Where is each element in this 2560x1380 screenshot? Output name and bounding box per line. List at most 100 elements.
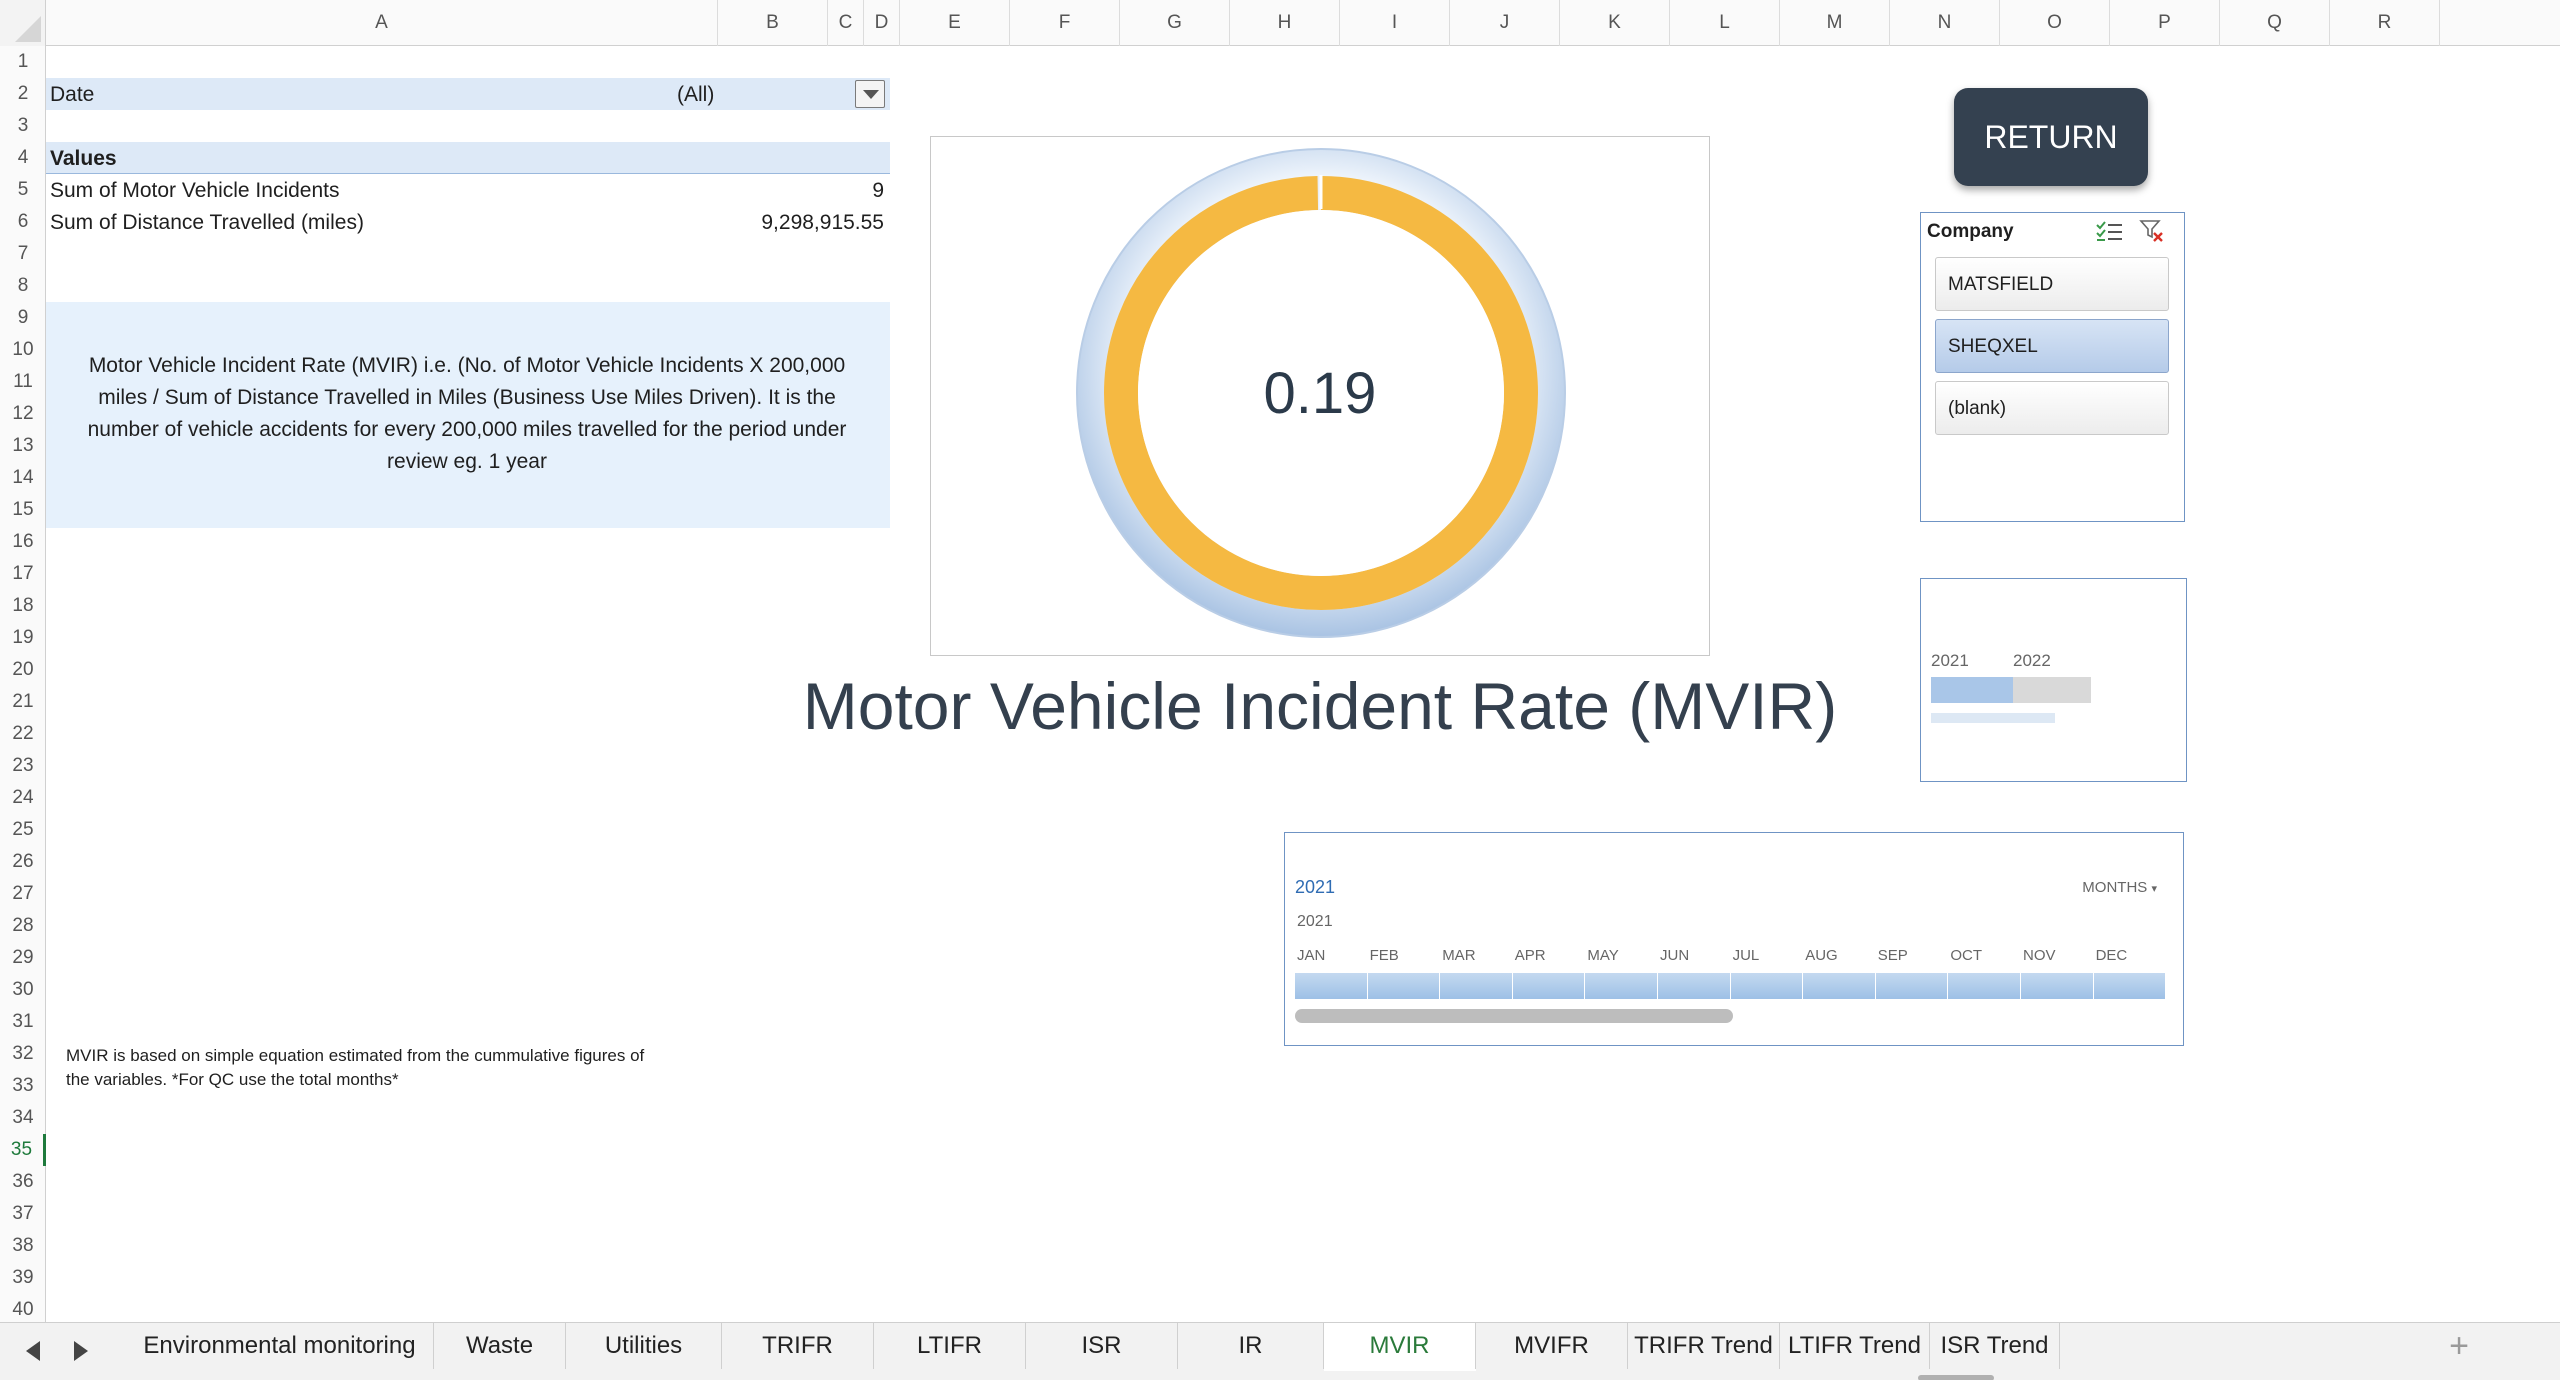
row-header-19[interactable]: 19 xyxy=(0,622,46,654)
column-header-k[interactable]: K xyxy=(1560,0,1670,46)
row-header-22[interactable]: 22 xyxy=(0,718,46,750)
row-header-2[interactable]: 2 xyxy=(0,78,46,110)
column-header-n[interactable]: N xyxy=(1890,0,2000,46)
column-header-i[interactable]: I xyxy=(1340,0,1450,46)
horizontal-scrollbar[interactable] xyxy=(1918,1375,1994,1380)
month-bar-may[interactable] xyxy=(1585,973,1658,999)
column-header-r[interactable]: R xyxy=(2330,0,2440,46)
row-header-28[interactable]: 28 xyxy=(0,910,46,942)
row-header-18[interactable]: 18 xyxy=(0,590,46,622)
row-header-33[interactable]: 33 xyxy=(0,1070,46,1102)
row-header-26[interactable]: 26 xyxy=(0,846,46,878)
column-header-q[interactable]: Q xyxy=(2220,0,2330,46)
month-bar-apr[interactable] xyxy=(1512,973,1586,999)
column-header-e[interactable]: E xyxy=(900,0,1010,46)
month-bar-dec[interactable] xyxy=(2093,973,2167,999)
pivot-filter-row xyxy=(46,78,890,110)
sheet-tab-ir[interactable]: IR xyxy=(1178,1323,1324,1369)
select-all-corner[interactable] xyxy=(0,0,46,46)
column-header-b[interactable]: B xyxy=(718,0,828,46)
column-header-f[interactable]: F xyxy=(1010,0,1120,46)
row-header-32[interactable]: 32 xyxy=(0,1038,46,1070)
clear-filter-icon[interactable] xyxy=(2139,219,2165,243)
slicer-item-matsfield[interactable]: MATSFIELD xyxy=(1935,257,2169,311)
row-header-38[interactable]: 38 xyxy=(0,1230,46,1262)
year-bar-2021[interactable] xyxy=(1931,677,2013,703)
row-header-12[interactable]: 12 xyxy=(0,398,46,430)
month-bar-oct[interactable] xyxy=(1948,973,2021,999)
sheet-tab-ltifr-trend[interactable]: LTIFR Trend xyxy=(1780,1323,1930,1369)
column-header-c[interactable]: C xyxy=(828,0,864,46)
row-header-25[interactable]: 25 xyxy=(0,814,46,846)
row-header-10[interactable]: 10 xyxy=(0,334,46,366)
row-header-31[interactable]: 31 xyxy=(0,1006,46,1038)
row-header-11[interactable]: 11 xyxy=(0,366,46,398)
month-bar-aug[interactable] xyxy=(1803,973,1876,999)
row-header-1[interactable]: 1 xyxy=(0,46,46,78)
column-header-h[interactable]: H xyxy=(1230,0,1340,46)
sheet-tab-isr[interactable]: ISR xyxy=(1026,1323,1178,1369)
row-header-21[interactable]: 21 xyxy=(0,686,46,718)
return-button[interactable]: RETURN xyxy=(1954,88,2148,186)
row-header-34[interactable]: 34 xyxy=(0,1102,46,1134)
month-bar-nov[interactable] xyxy=(2021,973,2094,999)
row-header-30[interactable]: 30 xyxy=(0,974,46,1006)
row-header-16[interactable]: 16 xyxy=(0,526,46,558)
sheet-tab-environmental-monitoring[interactable]: Environmental monitoring xyxy=(126,1323,434,1369)
month-bar-jul[interactable] xyxy=(1730,973,1804,999)
month-bar-jun[interactable] xyxy=(1658,973,1731,999)
timeline-level-dropdown[interactable]: MONTHS ▾ xyxy=(2082,879,2157,896)
row-header-35[interactable]: 35 xyxy=(0,1134,46,1166)
column-header-d[interactable]: D xyxy=(864,0,900,46)
sheet-tab-utilities[interactable]: Utilities xyxy=(566,1323,722,1369)
row-header-6[interactable]: 6 xyxy=(0,206,46,238)
row-header-29[interactable]: 29 xyxy=(0,942,46,974)
month-bar-feb[interactable] xyxy=(1367,973,1441,999)
sheet-tab-trifr[interactable]: TRIFR xyxy=(722,1323,874,1369)
year-timeline-scrollbar[interactable] xyxy=(1931,713,2055,723)
month-bar-sep[interactable] xyxy=(1875,973,1949,999)
column-header-o[interactable]: O xyxy=(2000,0,2110,46)
row-header-4[interactable]: 4 xyxy=(0,142,46,174)
row-header-7[interactable]: 7 xyxy=(0,238,46,270)
row-header-5[interactable]: 5 xyxy=(0,174,46,206)
row-header-9[interactable]: 9 xyxy=(0,302,46,334)
column-header-g[interactable]: G xyxy=(1120,0,1230,46)
year-bar-2022[interactable] xyxy=(2013,677,2091,703)
row-header-17[interactable]: 17 xyxy=(0,558,46,590)
row-header-36[interactable]: 36 xyxy=(0,1166,46,1198)
slicer-item-sheqxel[interactable]: SHEQXEL xyxy=(1935,319,2169,373)
column-header-m[interactable]: M xyxy=(1780,0,1890,46)
row-header-37[interactable]: 37 xyxy=(0,1198,46,1230)
sheet-tab-mvifr[interactable]: MVIFR xyxy=(1476,1323,1628,1369)
sheet-tab-ltifr[interactable]: LTIFR xyxy=(874,1323,1026,1369)
slicer-item-blank[interactable]: (blank) xyxy=(1935,381,2169,435)
column-header-l[interactable]: L xyxy=(1670,0,1780,46)
column-header-p[interactable]: P xyxy=(2110,0,2220,46)
next-sheet-icon[interactable] xyxy=(74,1341,88,1361)
filter-dropdown-button[interactable] xyxy=(855,80,885,108)
sheet-tab-waste-generated[interactable]: Waste generated xyxy=(434,1323,566,1380)
add-sheet-button[interactable]: + xyxy=(2424,1323,2494,1369)
sheet-tab-mvir[interactable]: MVIR xyxy=(1324,1323,1476,1369)
timeline-scrollbar[interactable] xyxy=(1295,1009,1733,1023)
month-bar-mar[interactable] xyxy=(1440,973,1513,999)
sheet-tab-trifr-trend[interactable]: TRIFR Trend xyxy=(1628,1323,1780,1369)
column-header-j[interactable]: J xyxy=(1450,0,1560,46)
row-header-15[interactable]: 15 xyxy=(0,494,46,526)
row-header-20[interactable]: 20 xyxy=(0,654,46,686)
footnote-text: MVIR is based on simple equation estimat… xyxy=(66,1046,645,1089)
month-bar-jan[interactable] xyxy=(1295,973,1368,999)
row-header-39[interactable]: 39 xyxy=(0,1262,46,1294)
column-header-a[interactable]: A xyxy=(46,0,718,46)
sheet-tab-isr-trend[interactable]: ISR Trend xyxy=(1930,1323,2060,1369)
row-header-3[interactable]: 3 xyxy=(0,110,46,142)
row-header-13[interactable]: 13 xyxy=(0,430,46,462)
row-header-27[interactable]: 27 xyxy=(0,878,46,910)
row-header-23[interactable]: 23 xyxy=(0,750,46,782)
row-header-8[interactable]: 8 xyxy=(0,270,46,302)
multi-select-icon[interactable] xyxy=(2095,221,2123,243)
prev-sheet-icon[interactable] xyxy=(26,1341,40,1361)
row-header-14[interactable]: 14 xyxy=(0,462,46,494)
row-header-24[interactable]: 24 xyxy=(0,782,46,814)
